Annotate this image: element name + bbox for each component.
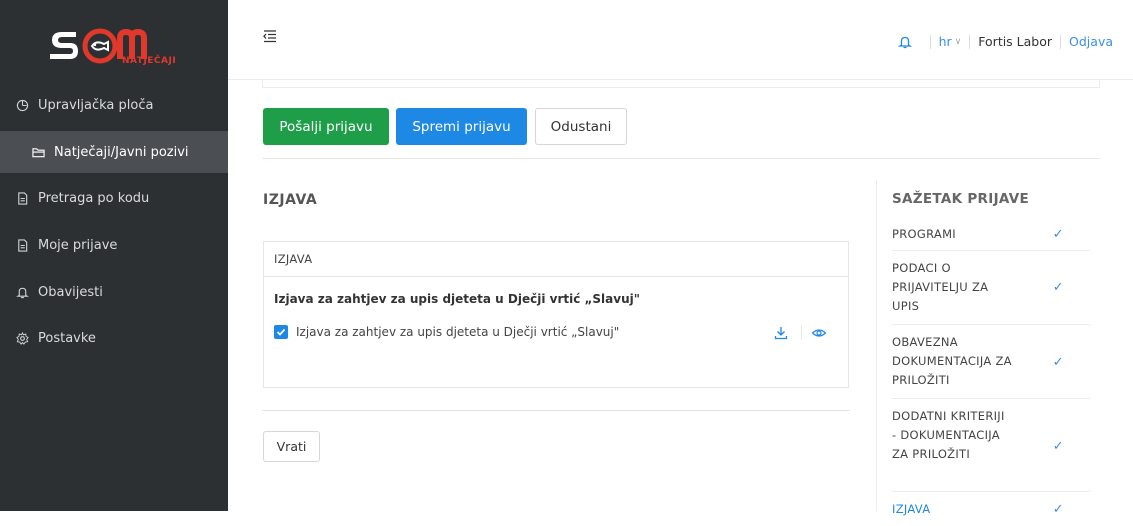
divider: [262, 158, 1100, 159]
check-icon: ✓: [1052, 502, 1064, 517]
gear-icon: [14, 330, 30, 346]
statement-checkbox-row[interactable]: Izjava za zahtjev za upis djeteta u Dječ…: [274, 325, 619, 339]
check-icon: ✓: [1052, 227, 1064, 242]
summary-item-programi[interactable]: PROGRAMI ✓: [892, 225, 1090, 251]
menu-toggle-icon[interactable]: [262, 28, 278, 44]
sidebar-item-label: Moje prijave: [38, 237, 118, 253]
view-eye-icon[interactable]: [811, 325, 827, 341]
document-icon: [14, 237, 30, 253]
download-icon[interactable]: [773, 325, 789, 341]
divider: [929, 34, 931, 49]
sidebar-item-obavijesti[interactable]: Obavijesti: [0, 271, 228, 313]
brand-logo[interactable]: NATJEČAJI: [46, 16, 186, 76]
summary-item-label: PODACI O PRIJAVITELJU ZA UPIS: [892, 261, 989, 313]
summary-item-dodatni[interactable]: DODATNI KRITERIJI - DOKUMENTACIJA ZA PRI…: [892, 407, 1090, 492]
sidebar-item-label: Natječaji/Javni pozivi: [54, 144, 189, 160]
sidebar-item-label: Pretraga po kodu: [38, 190, 150, 206]
sidebar-item-natjecaji[interactable]: Natječaji/Javni pozivi: [0, 131, 228, 173]
summary-item-label: OBAVEZNA DOKUMENTACIJA ZA PRILOŽITI: [892, 335, 1012, 387]
top-right-menu: hr ∨ Fortis Labor Odjava: [897, 34, 1113, 49]
sidebar-item-pretraga[interactable]: Pretraga po kodu: [0, 177, 228, 219]
divider: [1060, 34, 1062, 49]
summary-item-obavezna[interactable]: OBAVEZNA DOKUMENTACIJA ZA PRILOŽITI ✓: [892, 333, 1090, 399]
notifications-bell-icon[interactable]: [897, 35, 912, 49]
sidebar-item-label: Upravljačka ploča: [38, 97, 154, 113]
language-value: hr: [938, 34, 952, 49]
statement-question: Izjava za zahtjev za upis djeteta u Dječ…: [274, 292, 640, 306]
statement-checkbox[interactable]: [274, 325, 288, 339]
card-header: IZJAVA: [264, 242, 848, 277]
document-icon: [14, 190, 30, 206]
user-name[interactable]: Fortis Labor: [978, 34, 1052, 49]
checkmark-icon: [276, 328, 286, 336]
sidebar-item-label: Postavke: [38, 330, 96, 346]
save-application-button[interactable]: Spremi prijavu: [396, 108, 527, 145]
sidebar: NATJEČAJI Upravljačka ploča Natječaji/Ja…: [0, 0, 228, 511]
logout-link[interactable]: Odjava: [1069, 34, 1113, 49]
summary-item-podaci[interactable]: PODACI O PRIJAVITELJU ZA UPIS ✓: [892, 259, 1090, 325]
back-button[interactable]: Vrati: [263, 431, 320, 462]
check-icon: ✓: [1052, 355, 1064, 370]
check-icon: ✓: [1052, 280, 1064, 295]
summary-item-label: PROGRAMI: [892, 227, 956, 241]
statement-checkbox-label: Izjava za zahtjev za upis djeteta u Dječ…: [296, 325, 620, 339]
previous-section-edge: [262, 80, 1100, 88]
chevron-down-icon: ∨: [954, 36, 962, 47]
divider: [969, 34, 971, 49]
cancel-button[interactable]: Odustani: [535, 108, 627, 145]
divider: [262, 410, 850, 411]
top-bar: hr ∨ Fortis Labor Odjava: [228, 0, 1133, 80]
language-selector[interactable]: hr ∨: [939, 34, 962, 49]
folder-icon: [30, 144, 46, 160]
summary-item-label: DODATNI KRITERIJI - DOKUMENTACIJA ZA PRI…: [892, 409, 1005, 461]
bell-icon: [14, 284, 30, 300]
sidebar-item-label: Obavijesti: [38, 284, 103, 300]
sidebar-item-postavke[interactable]: Postavke: [0, 317, 228, 359]
dashboard-icon: [14, 97, 30, 113]
statement-card: IZJAVA Izjava za zahtjev za upis djeteta…: [263, 241, 849, 388]
divider: [801, 325, 802, 340]
section-title: IZJAVA: [263, 192, 318, 208]
sidebar-item-dashboard[interactable]: Upravljačka ploča: [0, 84, 228, 126]
summary-item-label: IZJAVA: [892, 502, 931, 516]
summary-title: SAŽETAK PRIJAVE: [892, 191, 1029, 207]
logo-icon: [50, 28, 147, 64]
brand-subtitle: NATJEČAJI: [122, 56, 177, 66]
summary-item-izjava[interactable]: IZJAVA ✓: [892, 500, 1090, 526]
application-summary: SAŽETAK PRIJAVE PROGRAMI ✓ PODACI O PRIJ…: [876, 180, 1100, 517]
check-icon: ✓: [1052, 439, 1064, 454]
sidebar-item-moje-prijave[interactable]: Moje prijave: [0, 224, 228, 266]
send-application-button[interactable]: Pošalji prijavu: [263, 108, 389, 145]
